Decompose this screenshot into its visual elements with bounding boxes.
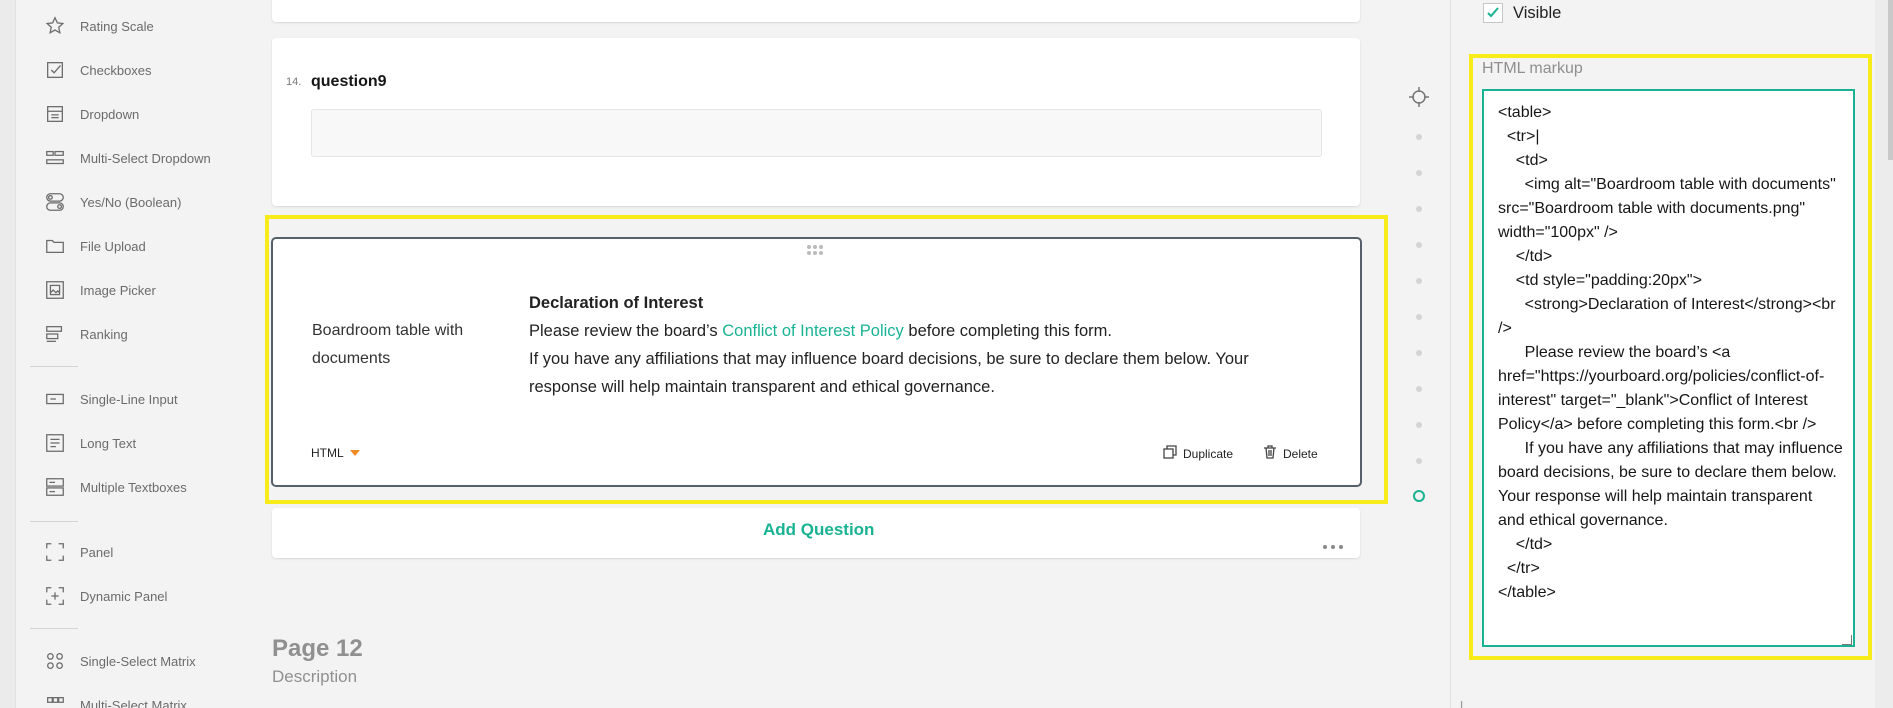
toolbox-separator [30, 521, 78, 522]
html-heading: Declaration of Interest [529, 294, 704, 312]
toolbox-item-rating-scale[interactable]: Rating Scale [44, 12, 154, 40]
duplicate-label: Duplicate [1183, 446, 1234, 461]
toolbox-item-label: Single-Select Matrix [80, 653, 196, 669]
navigator-item[interactable] [1416, 170, 1422, 176]
toolbox-separator [30, 628, 78, 629]
toolbox-item-long-text[interactable]: Long Text [44, 429, 136, 457]
duplicate-icon [1163, 445, 1177, 462]
textarea-resize-handle[interactable] [1842, 635, 1852, 645]
toolbox-item-label: Single-Line Input [80, 391, 178, 407]
toolbox-item-checkboxes[interactable]: Checkboxes [44, 56, 152, 84]
toolbox-item-single-select-matrix[interactable]: Single-Select Matrix [44, 647, 196, 675]
navigation-crosshair-icon[interactable] [1408, 86, 1430, 108]
toolbox-item-panel[interactable]: Panel [44, 538, 113, 566]
toolbox-item-label: Checkboxes [80, 62, 152, 78]
checkbox-box[interactable] [1483, 3, 1503, 23]
navigator-item[interactable] [1416, 206, 1422, 212]
question-text-input[interactable] [311, 109, 1322, 157]
toolbox-item-label: Rating Scale [80, 18, 154, 34]
toolbox-item-boolean[interactable]: Yes/No (Boolean) [44, 188, 181, 216]
folder-icon [44, 235, 66, 257]
drag-handle-icon[interactable] [807, 245, 825, 255]
question-type-label: HTML [311, 446, 344, 460]
navigator-item[interactable] [1416, 386, 1422, 392]
toolbox-item-dropdown[interactable]: Dropdown [44, 100, 139, 128]
chevron-down-icon [349, 450, 360, 456]
long-text-icon [44, 432, 66, 454]
toolbox-item-ranking[interactable]: Ranking [44, 320, 128, 348]
toolbox-separator [30, 366, 78, 367]
navigator-item[interactable] [1416, 422, 1422, 428]
delete-button[interactable]: Delete [1263, 445, 1318, 462]
question-number: 14. [286, 76, 302, 88]
panel-icon [44, 541, 66, 563]
star-icon [44, 15, 66, 37]
html-markup-textarea[interactable]: <table> <tr>| <td> <img alt="Boardroom t… [1482, 89, 1855, 647]
more-options-icon[interactable] [1323, 545, 1343, 549]
toolbox-item-label: Yes/No (Boolean) [80, 194, 182, 210]
html-rendered-content: Declaration of Interest Please review th… [529, 289, 1289, 401]
page-title[interactable]: Page 12 [272, 635, 363, 663]
conflict-policy-link[interactable]: Conflict of Interest Policy [722, 322, 904, 340]
toolbox-item-label: File Upload [80, 238, 146, 254]
question-title[interactable]: question9 [311, 73, 387, 91]
matrix-icon [44, 650, 66, 672]
toggle-icon [44, 191, 66, 213]
html-line1-after: before completing this form. [903, 322, 1112, 340]
toolbox-item-label: Panel [80, 544, 114, 560]
navigator-item[interactable] [1416, 458, 1422, 464]
navigator-item[interactable] [1416, 134, 1422, 140]
check-icon [1487, 7, 1499, 18]
visible-checkbox[interactable]: Visible [1483, 3, 1561, 23]
multiple-text-icon [44, 476, 66, 498]
navigator-item[interactable] [1416, 278, 1422, 284]
html-markup-label: HTML markup [1482, 60, 1583, 77]
image-icon [44, 279, 66, 301]
delete-label: Delete [1283, 446, 1318, 461]
tagbox-icon [44, 147, 66, 169]
dynamic-panel-icon [44, 585, 66, 607]
toolbox-item-multi-select-matrix[interactable]: Multi-Select Matrix [44, 691, 187, 708]
toolbox-item-label: Long Text [80, 435, 137, 451]
navigator-item[interactable] [1416, 242, 1422, 248]
checkbox-icon [44, 59, 66, 81]
broken-image-alt: Boardroom table with documents [312, 322, 464, 367]
html-line2: If you have any affiliations that may in… [529, 350, 1249, 396]
navigator-current-item[interactable] [1413, 490, 1425, 502]
ranking-icon [44, 323, 66, 345]
toolbox-item-label: Ranking [80, 326, 128, 342]
toolbox-item-image-picker[interactable]: Image Picker [44, 276, 156, 304]
matrix-multi-icon [44, 694, 66, 708]
toolbox-item-label: Dynamic Panel [80, 588, 168, 604]
property-scrollbar-thumb[interactable] [1888, 0, 1893, 160]
duplicate-button[interactable]: Duplicate [1163, 445, 1233, 462]
toolbox-item-file-upload[interactable]: File Upload [44, 232, 146, 260]
toolbox-item-label: Multi-Select Dropdown [80, 150, 211, 166]
toolbox: Rating Scale Checkboxes Dropdown Multi-S… [0, 0, 265, 708]
page-description[interactable]: Description [272, 667, 357, 687]
toolbox-item-multiple-textboxes[interactable]: Multiple Textboxes [44, 473, 187, 501]
question-type-selector[interactable]: HTML [311, 446, 360, 460]
navigator-item[interactable] [1416, 350, 1422, 356]
trash-icon [1263, 445, 1277, 462]
next-property-label: l [1460, 698, 1464, 708]
add-question-button[interactable]: Add Question [763, 520, 874, 540]
toolbox-edge [0, 0, 16, 708]
toolbox-item-multi-select-dropdown[interactable]: Multi-Select Dropdown [44, 144, 211, 172]
toolbox-item-label: Dropdown [80, 106, 140, 122]
text-input-icon [44, 388, 66, 410]
visible-label: Visible [1513, 3, 1562, 22]
toolbox-item-label: Image Picker [80, 282, 156, 298]
toolbox-item-label: Multiple Textboxes [80, 479, 187, 495]
html-line1-before: Please review the board’s [529, 322, 723, 340]
toolbox-item-label: Multi-Select Matrix [80, 697, 187, 708]
dropdown-icon [44, 103, 66, 125]
navigator-item[interactable] [1416, 314, 1422, 320]
toolbox-item-single-line-input[interactable]: Single-Line Input [44, 385, 178, 413]
toolbox-item-dynamic-panel[interactable]: Dynamic Panel [44, 582, 167, 610]
question-card-previous[interactable] [272, 0, 1360, 22]
